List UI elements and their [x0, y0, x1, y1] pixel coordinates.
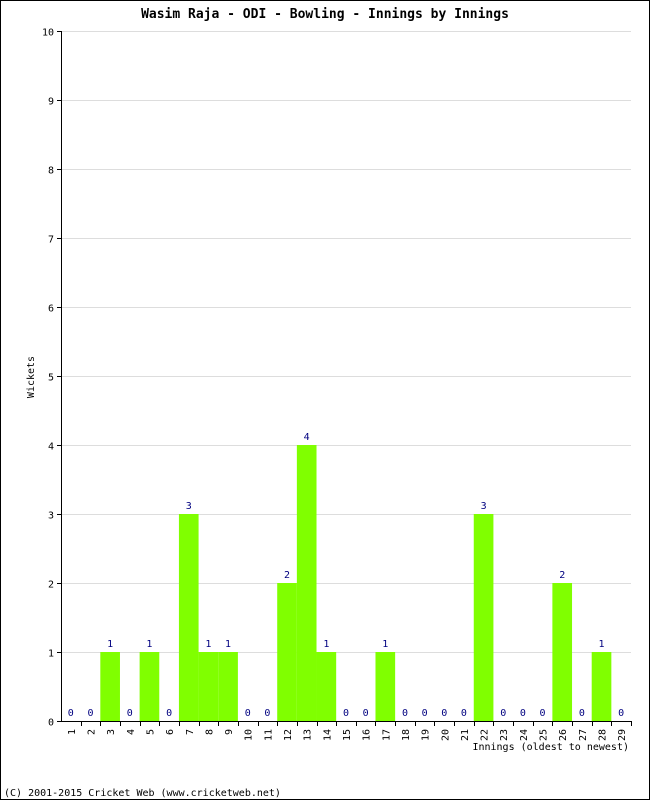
data-label: 1: [146, 639, 152, 650]
y-tick-label: 0: [48, 718, 54, 729]
bar: [198, 652, 219, 721]
bar: [139, 652, 160, 721]
x-tick-label: 8: [204, 729, 215, 735]
x-tick-label: 21: [460, 729, 471, 741]
bar: [178, 514, 199, 721]
x-tick-label: 3: [106, 729, 117, 735]
data-label: 1: [323, 639, 329, 650]
data-label: 0: [618, 708, 624, 719]
bar: [316, 652, 337, 721]
y-tick-label: 3: [48, 511, 54, 522]
x-tick-label: 29: [617, 729, 628, 741]
x-tick-label: 16: [362, 729, 373, 741]
chart-frame: Wasim Raja - ODI - Bowling - Innings by …: [0, 0, 650, 800]
data-label: 3: [481, 501, 487, 512]
data-label: 0: [363, 708, 369, 719]
x-tick-labels: 1 2 3 4 5 6 7 8 9 10 11 12 13 14 15 16 17 18 19 20 21 22 23 24 2…: [67, 729, 628, 741]
x-axis-label: Innings (oldest to newest): [472, 742, 629, 753]
x-tick-label: 22: [480, 729, 491, 741]
x-tick-label: 20: [440, 729, 451, 741]
y-tick-label: 6: [48, 304, 54, 315]
x-tick-label: 17: [381, 729, 392, 741]
data-label: 0: [540, 708, 546, 719]
data-label: 1: [599, 639, 605, 650]
y-tick-label: 4: [48, 442, 54, 453]
data-label: 1: [382, 639, 388, 650]
copyright-footer: (C) 2001-2015 Cricket Web (www.cricketwe…: [4, 788, 281, 799]
x-tick-label: 11: [263, 729, 274, 741]
data-label: 0: [579, 708, 585, 719]
chart-title: Wasim Raja - ODI - Bowling - Innings by …: [141, 7, 509, 22]
data-label: 3: [186, 501, 192, 512]
data-label: 0: [127, 708, 133, 719]
data-label: 0: [461, 708, 467, 719]
bar: [473, 514, 494, 721]
x-tick-label: 14: [322, 729, 333, 741]
data-label: 0: [166, 708, 172, 719]
bar: [375, 652, 396, 721]
bar: [552, 583, 573, 721]
y-tick-label: 1: [48, 649, 54, 660]
data-label: 4: [304, 432, 310, 443]
data-label: 2: [284, 570, 290, 581]
x-tick-label: 9: [224, 729, 235, 735]
y-tick-label: 10: [42, 28, 54, 39]
x-tick-label: 24: [519, 729, 530, 741]
data-label: 1: [205, 639, 211, 650]
data-label: 0: [402, 708, 408, 719]
bar: [100, 652, 120, 721]
data-label: 0: [422, 708, 428, 719]
y-tick-label: 7: [48, 235, 54, 246]
x-tick-label: 5: [145, 729, 156, 735]
bar: [591, 652, 612, 721]
data-label: 0: [68, 708, 74, 719]
bar: [277, 583, 297, 721]
data-label: 0: [500, 708, 506, 719]
y-tick-label: 2: [48, 580, 54, 591]
x-tick-label: 2: [86, 729, 97, 735]
bar-chart: Wasim Raja - ODI - Bowling - Innings by …: [4, 7, 632, 799]
data-label: 0: [264, 708, 270, 719]
x-tick-label: 10: [244, 729, 255, 741]
x-tick-label: 7: [185, 729, 196, 735]
x-tick-label: 25: [539, 729, 550, 741]
x-tick-label: 15: [342, 729, 353, 741]
bar: [296, 445, 317, 721]
y-tick-label: 8: [48, 166, 54, 177]
data-label: 0: [343, 708, 349, 719]
gridlines: [61, 31, 631, 653]
x-tick-label: 1: [67, 729, 78, 735]
x-tick-label: 6: [165, 729, 176, 735]
x-tick-label: 27: [578, 729, 589, 741]
data-label: 0: [87, 708, 93, 719]
y-tick-label: 9: [48, 97, 54, 108]
y-axis-label: Wickets: [26, 356, 37, 398]
x-tick-label: 12: [283, 729, 294, 741]
data-label: 1: [107, 639, 113, 650]
data-label: 2: [559, 570, 565, 581]
x-tick-label: 19: [421, 729, 432, 741]
data-label: 0: [520, 708, 526, 719]
x-tick-label: 13: [303, 729, 314, 741]
x-tick-label: 18: [401, 729, 412, 741]
x-tick-label: 28: [598, 729, 609, 741]
y-tick-label: 5: [48, 373, 54, 384]
bar: [218, 652, 238, 721]
x-tick-label: 4: [126, 729, 137, 735]
x-tick-label: 26: [558, 729, 569, 741]
data-label: 0: [441, 708, 447, 719]
y-tick-labels: 0 1 2 3 4 5 6 7 8 9 10: [42, 28, 54, 729]
data-label: 1: [225, 639, 231, 650]
axes: [57, 31, 632, 726]
data-label: 0: [245, 708, 251, 719]
x-tick-label: 23: [499, 729, 510, 741]
